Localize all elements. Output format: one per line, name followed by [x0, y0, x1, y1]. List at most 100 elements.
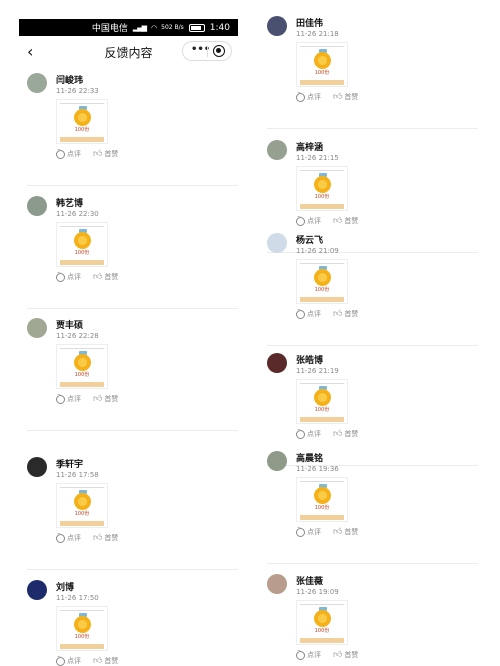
- like-button[interactable]: 首赞: [104, 657, 118, 665]
- thumbs-up-icon[interactable]: 👍︎: [333, 650, 342, 660]
- thumbs-up-icon[interactable]: 👍︎: [333, 527, 342, 537]
- feedback-image-thumbnail[interactable]: 100份: [296, 477, 348, 522]
- feedback-image-thumbnail[interactable]: 100份: [56, 99, 108, 144]
- thumbs-up-icon[interactable]: 👍︎: [93, 533, 102, 543]
- comment-button[interactable]: 点评: [307, 528, 321, 536]
- thumbnail-amount: 100份: [314, 505, 330, 511]
- thumbs-up-icon[interactable]: 👍︎: [333, 92, 342, 102]
- item-actions: 点评 👍︎首赞: [296, 427, 358, 439]
- thumbs-up-icon[interactable]: 👍︎: [93, 149, 102, 159]
- item-actions: 点评 👍︎首赞: [56, 392, 118, 404]
- like-button[interactable]: 首赞: [344, 651, 358, 659]
- comment-icon[interactable]: [56, 654, 65, 666]
- like-button[interactable]: 首赞: [344, 430, 358, 438]
- thumbnail-amount: 100份: [314, 407, 330, 413]
- thumbs-up-icon[interactable]: 👍︎: [333, 309, 342, 319]
- thumbs-up-icon[interactable]: 👍︎: [333, 216, 342, 226]
- comment-button[interactable]: 点评: [67, 395, 81, 403]
- comment-icon[interactable]: [296, 307, 305, 319]
- thumbnail-header-line: [300, 383, 344, 384]
- feedback-image-thumbnail[interactable]: 100份: [296, 259, 348, 304]
- avatar[interactable]: [27, 580, 47, 600]
- comment-button[interactable]: 点评: [307, 430, 321, 438]
- avatar[interactable]: [27, 196, 47, 216]
- like-button[interactable]: 首赞: [104, 534, 118, 542]
- thumbnail-header-line: [60, 348, 104, 349]
- comment-button[interactable]: 点评: [307, 651, 321, 659]
- carrier-label: 中国电信: [91, 24, 128, 34]
- comment-button[interactable]: 点评: [307, 310, 321, 318]
- feedback-image-thumbnail[interactable]: 100份: [296, 166, 348, 211]
- like-button[interactable]: 首赞: [344, 217, 358, 225]
- comment-icon[interactable]: [296, 525, 305, 537]
- comment-icon[interactable]: [296, 427, 305, 439]
- thumbs-up-icon[interactable]: 👍︎: [93, 656, 102, 666]
- like-button[interactable]: 首赞: [104, 150, 118, 158]
- comment-button[interactable]: 点评: [307, 93, 321, 101]
- like-button[interactable]: 首赞: [344, 93, 358, 101]
- thumbnail-amount: 100份: [314, 194, 330, 200]
- comment-button[interactable]: 点评: [307, 217, 321, 225]
- feedback-image-thumbnail[interactable]: 100份: [56, 606, 108, 651]
- thumbs-up-icon[interactable]: 👍︎: [93, 394, 102, 404]
- avatar[interactable]: [27, 318, 47, 338]
- like-button[interactable]: 首赞: [104, 273, 118, 281]
- like-button[interactable]: 首赞: [344, 528, 358, 536]
- like-button[interactable]: 首赞: [104, 395, 118, 403]
- avatar[interactable]: [267, 574, 287, 594]
- post-time: 11-26 22:28: [56, 332, 99, 340]
- gold-medal-icon: [314, 389, 331, 406]
- comment-icon[interactable]: [296, 90, 305, 102]
- avatar[interactable]: [267, 16, 287, 36]
- thumbnail-amount: 100份: [74, 634, 90, 640]
- item-divider: [267, 345, 478, 346]
- avatar[interactable]: [267, 451, 287, 471]
- comment-icon[interactable]: [56, 270, 65, 282]
- item-actions: 点评 👍︎首赞: [56, 147, 118, 159]
- avatar[interactable]: [27, 73, 47, 93]
- comment-icon[interactable]: [56, 147, 65, 159]
- thumbnail-button-bar: [300, 204, 344, 209]
- feedback-image-thumbnail[interactable]: 100份: [56, 344, 108, 389]
- thumbnail-amount: 100份: [314, 70, 330, 76]
- feedback-image-thumbnail[interactable]: 100份: [296, 379, 348, 424]
- comment-button[interactable]: 点评: [67, 657, 81, 665]
- comment-button[interactable]: 点评: [67, 273, 81, 281]
- feedback-image-thumbnail[interactable]: 100份: [56, 483, 108, 528]
- comment-button[interactable]: 点评: [67, 534, 81, 542]
- comment-button[interactable]: 点评: [67, 150, 81, 158]
- feedback-image-thumbnail[interactable]: 100份: [296, 42, 348, 87]
- user-name: 季轩宇: [56, 460, 84, 470]
- gold-medal-icon: [314, 52, 331, 69]
- user-name: 贾丰硕: [56, 321, 84, 331]
- post-time: 11-26 17:58: [56, 471, 99, 479]
- thumbs-up-icon[interactable]: 👍︎: [93, 272, 102, 282]
- thumbnail-header-line: [60, 226, 104, 227]
- comment-icon[interactable]: [56, 392, 65, 404]
- thumbnail-amount: 100份: [74, 511, 90, 517]
- avatar[interactable]: [27, 457, 47, 477]
- thumbnail-header-line: [300, 481, 344, 482]
- thumbnail-amount: 100份: [74, 250, 90, 256]
- item-actions: 点评 👍︎首赞: [56, 654, 118, 666]
- user-name: 田佳伟: [296, 19, 324, 29]
- post-time: 11-26 22:33: [56, 87, 99, 95]
- target-close-icon[interactable]: [213, 45, 225, 57]
- thumbs-up-icon[interactable]: 👍︎: [333, 429, 342, 439]
- gold-medal-icon: [74, 616, 91, 633]
- avatar[interactable]: [267, 140, 287, 160]
- feedback-image-thumbnail[interactable]: 100份: [296, 600, 348, 645]
- user-name: 高梓涵: [296, 143, 324, 153]
- like-button[interactable]: 首赞: [344, 310, 358, 318]
- wifi-icon: ◠: [151, 23, 157, 32]
- comment-icon[interactable]: [296, 648, 305, 660]
- gold-medal-icon: [74, 232, 91, 249]
- feedback-image-thumbnail[interactable]: 100份: [56, 222, 108, 267]
- comment-icon[interactable]: [296, 214, 305, 226]
- avatar[interactable]: [267, 233, 287, 253]
- avatar[interactable]: [267, 353, 287, 373]
- item-divider: [267, 563, 478, 564]
- comment-icon[interactable]: [56, 531, 65, 543]
- gold-medal-icon: [74, 493, 91, 510]
- nav-bar: ‹ 反馈内容 •••: [19, 38, 238, 66]
